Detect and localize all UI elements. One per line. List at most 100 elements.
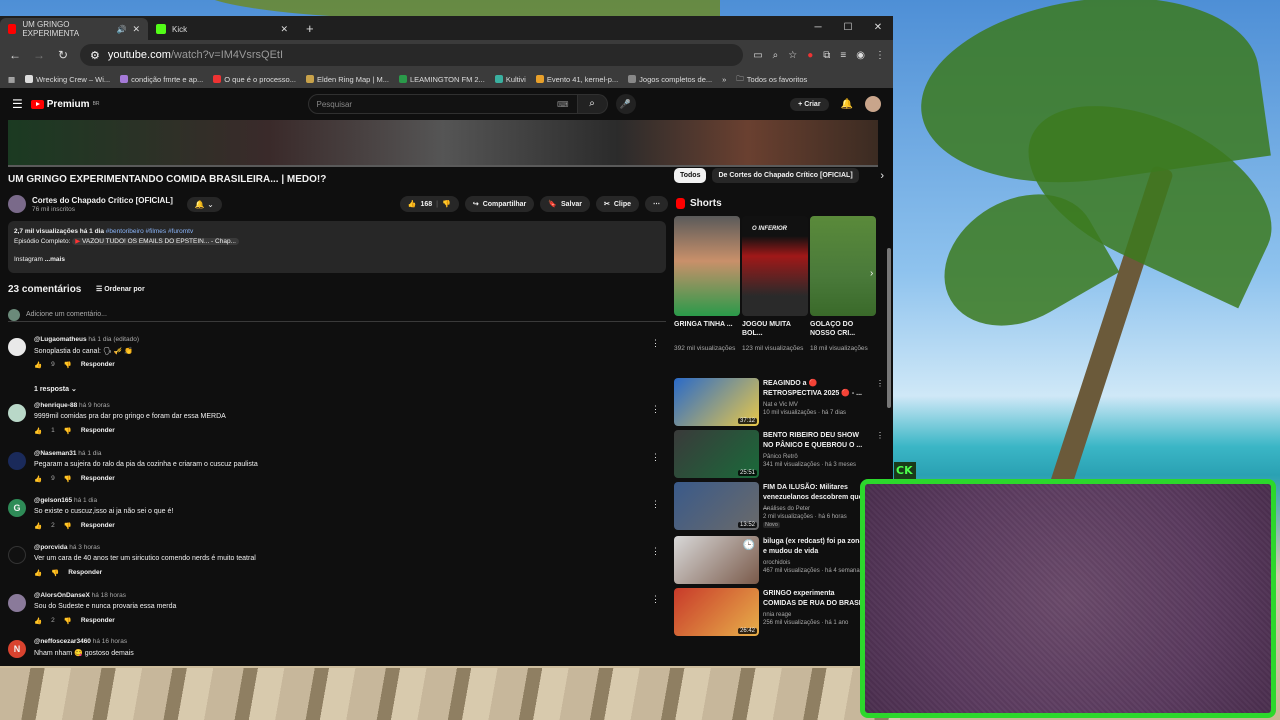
description-box[interactable]: 2,7 mil visualizações há 1 dia #bentorib…	[8, 221, 666, 273]
add-comment-field[interactable]: Adicione um comentário...	[8, 308, 666, 322]
avatar[interactable]	[865, 96, 881, 112]
comment-author[interactable]: @Naseman31 há 1 dia	[34, 450, 101, 457]
zoom-icon[interactable]: ⌕	[773, 50, 779, 61]
video-menu-icon[interactable]: ⋮	[876, 379, 884, 388]
short-title[interactable]: GOLAÇO DO NOSSO CRI...	[810, 320, 876, 338]
apps-icon[interactable]: ▦	[8, 75, 15, 84]
comment-author[interactable]: @henrique-88 há 9 horas	[34, 402, 110, 409]
short-thumbnail[interactable]	[674, 216, 740, 316]
back-icon[interactable]: ←	[8, 48, 22, 62]
related-video-item[interactable]: 🕒 biluga (ex redcast) foi pa zona e mudo…	[674, 536, 884, 586]
bookmark-item[interactable]: Kultivi	[494, 75, 526, 84]
commenter-avatar[interactable]: N	[8, 640, 26, 658]
comment-menu-icon[interactable]: ⋮	[651, 546, 660, 557]
search-button[interactable]: ⌕	[577, 94, 608, 114]
video-menu-icon[interactable]: ⋮	[876, 431, 884, 440]
short-thumbnail[interactable]: O INFERIOR	[742, 216, 808, 316]
dislike-icon[interactable]: 👎	[64, 617, 72, 625]
bookmark-item[interactable]: LEAMINGTON FM 2...	[398, 75, 485, 84]
reply-button[interactable]: Responder	[68, 569, 102, 577]
like-icon[interactable]: 👍	[34, 427, 42, 435]
more-actions-icon[interactable]: ⋯	[645, 196, 668, 212]
video-thumbnail[interactable]: 13:52	[674, 482, 759, 530]
comment-menu-icon[interactable]: ⋮	[651, 338, 660, 349]
dislike-icon[interactable]: 👎	[51, 569, 59, 577]
commenter-avatar[interactable]	[8, 404, 26, 422]
like-icon[interactable]: 👍	[34, 569, 42, 577]
forward-icon[interactable]: →	[32, 48, 46, 62]
cast-icon[interactable]: ▭	[753, 50, 762, 61]
hamburger-menu-icon[interactable]: ☰	[12, 97, 23, 111]
sort-button[interactable]: ☰ Ordenar por	[96, 285, 145, 293]
linked-video-chip[interactable]: ▶ VAZOU TUDO! OS EMAILS DO EPSTEIN... - …	[72, 238, 239, 245]
video-player[interactable]	[8, 120, 878, 167]
keyboard-icon[interactable]: ⌨	[557, 100, 569, 109]
save-button[interactable]: 🔖 Salvar	[540, 196, 590, 212]
speaker-icon[interactable]: 🔊	[116, 25, 126, 34]
maximize-icon[interactable]: ☐	[833, 16, 863, 40]
minimize-icon[interactable]: ─	[803, 16, 833, 40]
dislike-icon[interactable]: 👎	[64, 427, 72, 435]
bookmark-star-icon[interactable]: ☆	[788, 50, 797, 61]
tab-youtube[interactable]: UM GRINGO EXPERIMENTA 🔊 ✕	[0, 18, 148, 40]
scrollbar[interactable]	[887, 248, 891, 408]
comment-menu-icon[interactable]: ⋮	[651, 452, 660, 463]
close-window-icon[interactable]: ✕	[863, 16, 893, 40]
commenter-avatar[interactable]: G	[8, 499, 26, 517]
channel-name[interactable]: Cortes do Chapado Crítico [OFICIAL]	[32, 196, 173, 206]
comment-menu-icon[interactable]: ⋮	[651, 499, 660, 510]
chevron-right-icon[interactable]: ›	[870, 268, 873, 279]
close-tab-icon[interactable]: ✕	[132, 24, 140, 35]
comment-author[interactable]: @Lugaomatheus há 1 dia (editado)	[34, 336, 139, 343]
reply-button[interactable]: Responder	[81, 475, 115, 483]
comment-author[interactable]: @porcvida há 3 horas	[34, 544, 100, 551]
video-title[interactable]: REAGINDO a 🔴 RETROSPECTIVA 2025 🔴 - ...	[763, 379, 867, 399]
url-field[interactable]: ⚙ youtube.com/watch?v=IM4VsrsQEtI	[80, 44, 744, 66]
video-thumbnail[interactable]: 26:42	[674, 588, 759, 636]
thumbs-down-icon[interactable]: 👎	[442, 200, 451, 208]
watch-later-icon[interactable]: 🕒	[743, 540, 755, 551]
menu-icon[interactable]: ⋮	[875, 50, 885, 61]
chip-all[interactable]: Todos	[674, 168, 707, 183]
short-title[interactable]: GRINGA TINHA ...	[674, 320, 740, 329]
related-video-item[interactable]: 25:51 BENTO RIBEIRO DEU SHOW NO PÂNICO E…	[674, 430, 884, 480]
video-thumbnail[interactable]: 🕒	[674, 536, 759, 584]
dislike-icon[interactable]: 👎	[64, 522, 72, 530]
all-favorites[interactable]: 🗀 Todos os favoritos	[736, 73, 807, 86]
related-video-item[interactable]: 37:12 REAGINDO a 🔴 RETROSPECTIVA 2025 🔴 …	[674, 378, 884, 428]
bookmark-item[interactable]: Jogos completos de...	[628, 75, 712, 84]
clip-button[interactable]: ✂ Clipe	[596, 196, 639, 212]
chip-channel[interactable]: De Cortes do Chapado Crítico [OFICIAL]	[712, 168, 859, 183]
short-thumbnail[interactable]	[810, 216, 876, 316]
commenter-avatar[interactable]	[8, 452, 26, 470]
bookmark-item[interactable]: Wrecking Crew – Wi...	[25, 75, 110, 84]
microphone-icon[interactable]: 🎤	[615, 94, 636, 114]
site-info-icon[interactable]: ⚙	[90, 49, 100, 62]
video-title[interactable]: GRINGO experimenta COMIDAS DE RUA DO BRA…	[763, 589, 867, 609]
like-icon[interactable]: 👍	[34, 475, 42, 483]
bookmark-item[interactable]: O que é o processo...	[213, 75, 296, 84]
related-video-item[interactable]: 26:42 GRINGO experimenta COMIDAS DE RUA …	[674, 588, 884, 638]
new-tab-button[interactable]: +	[296, 18, 324, 40]
more-bookmarks-icon[interactable]: »	[722, 75, 726, 84]
video-title[interactable]: biluga (ex redcast) foi pa zona e mudou …	[763, 537, 867, 557]
dislike-icon[interactable]: 👎	[64, 475, 72, 483]
profile-icon[interactable]: ◉	[856, 50, 865, 61]
reply-button[interactable]: Responder	[81, 361, 115, 369]
media-icon[interactable]: ≡	[840, 50, 846, 61]
like-icon[interactable]: 👍	[34, 617, 42, 625]
chevron-right-icon[interactable]: ›	[880, 170, 884, 182]
hashtags[interactable]: #bentoribeiro #filmes #furomtv	[106, 228, 193, 235]
comment-author[interactable]: @gelson165 há 1 dia	[34, 497, 97, 504]
bookmark-item[interactable]: condição fmrte e ap...	[120, 75, 203, 84]
related-video-item[interactable]: 13:52 FIM DA ILUSÃO: Militares venezuela…	[674, 482, 884, 532]
comment-author[interactable]: @neffoscezar3460 há 16 horas	[34, 638, 127, 645]
search-input[interactable]: Pesquisar ⌨	[307, 94, 578, 114]
extension-red-icon[interactable]: ●	[807, 50, 813, 61]
bookmark-item[interactable]: Elden Ring Map | M...	[305, 75, 389, 84]
commenter-avatar[interactable]	[8, 594, 26, 612]
video-thumbnail[interactable]: 37:12	[674, 378, 759, 426]
short-title[interactable]: JOGOU MUITA BOL...	[742, 320, 808, 338]
like-icon[interactable]: 👍	[34, 522, 42, 530]
extensions-icon[interactable]: ⧉	[823, 50, 830, 61]
